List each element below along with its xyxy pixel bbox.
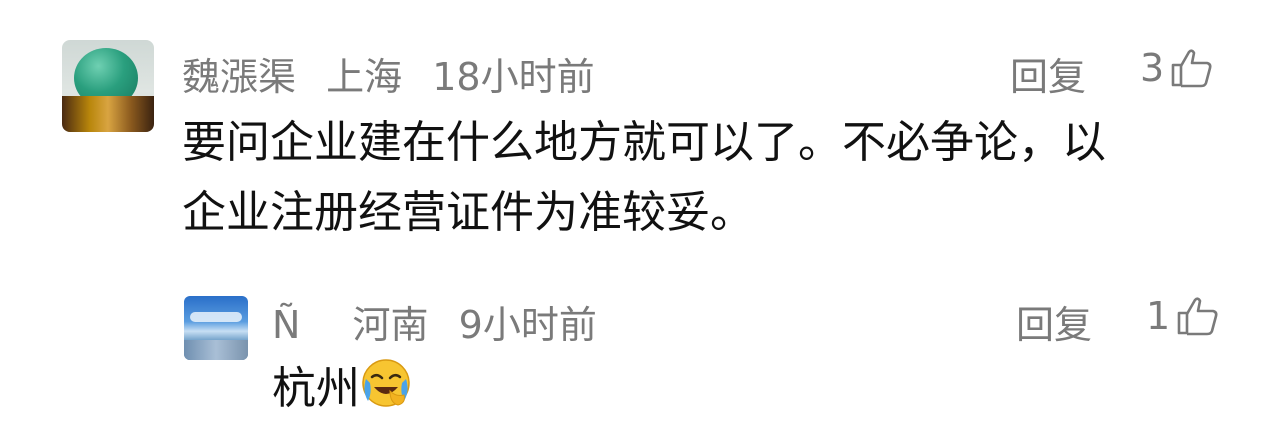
replier-avatar[interactable]	[184, 296, 248, 360]
reply-location: 河南	[352, 303, 429, 347]
comment-text-line1: 要问企业建在什么地方就可以了。不必争论，以	[182, 117, 1106, 168]
thumbs-up-icon	[1177, 297, 1218, 336]
thumbs-up-icon	[1171, 49, 1212, 88]
reply-text: 杭州	[272, 354, 412, 424]
reply-button[interactable]: 回复	[1010, 46, 1086, 101]
reply-meta: Ñ 河南 9小时前	[272, 294, 615, 349]
comment-text-line2: 企业注册经营证件为准较妥。	[182, 187, 754, 238]
comment-time: 18小时前	[432, 55, 595, 99]
like-button[interactable]: 3	[1140, 46, 1214, 90]
comment-location: 上海	[326, 55, 403, 99]
comment-text: 要问企业建在什么地方就可以了。不必争论，以 企业注册经营证件为准较妥。	[182, 108, 1106, 248]
reply-like-button[interactable]: 1	[1146, 294, 1220, 338]
reply-text-content: 杭州	[272, 363, 360, 414]
avatar-shore	[184, 340, 248, 360]
comment-author[interactable]: 魏漲渠	[182, 55, 296, 99]
crying-laughing-emoji-icon	[362, 359, 410, 407]
comment-meta: 魏漲渠 上海 18小时前	[182, 46, 613, 101]
commenter-avatar[interactable]	[62, 40, 154, 132]
reply-reply-button[interactable]: 回复	[1016, 294, 1092, 349]
avatar-base	[62, 96, 154, 132]
avatar-cloud	[190, 312, 242, 322]
reply-like-count: 1	[1146, 294, 1171, 338]
like-count: 3	[1140, 46, 1165, 90]
reply-author[interactable]: Ñ	[272, 303, 300, 347]
reply-time: 9小时前	[458, 303, 597, 347]
